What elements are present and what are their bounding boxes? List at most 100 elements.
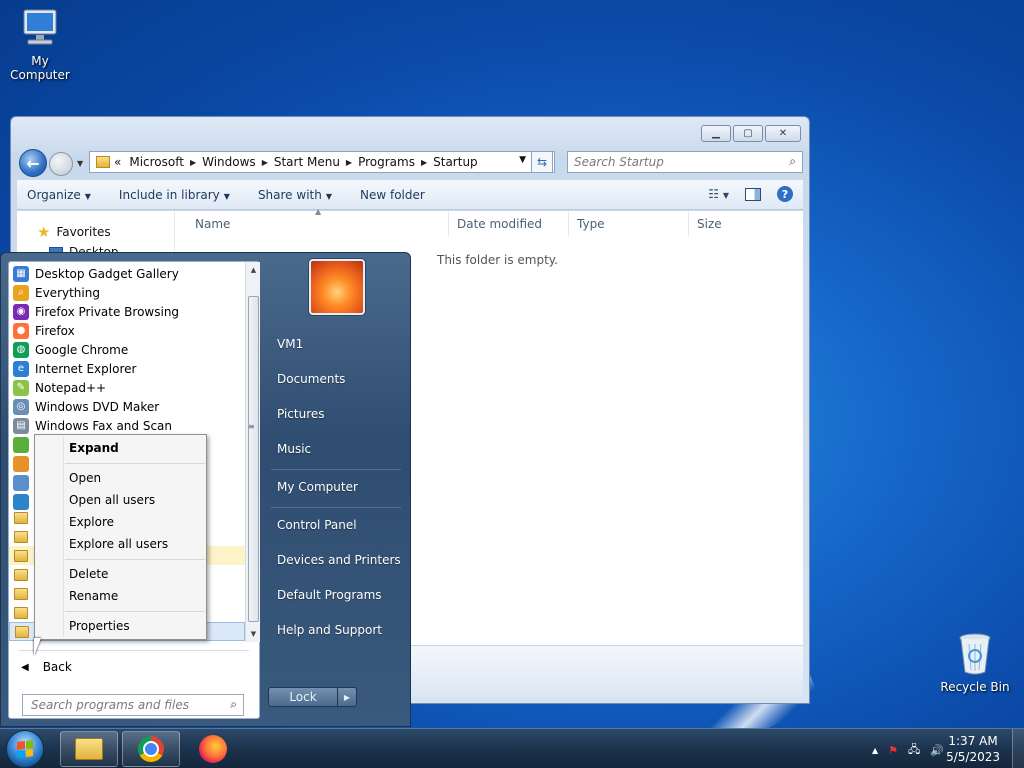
recent-pages-dropdown[interactable]: ▼ (77, 159, 83, 168)
maximize-button[interactable]: ▢ (733, 125, 763, 142)
program-label: Firefox (35, 323, 75, 338)
computer-icon (18, 8, 62, 50)
chevron-right-icon[interactable]: ▶ (419, 158, 429, 167)
program-item[interactable]: ✎ Notepad++ (9, 378, 245, 397)
menu-item-explore[interactable]: Explore (69, 515, 114, 529)
column-header-type[interactable]: Type (569, 211, 689, 237)
start-button[interactable] (6, 730, 44, 768)
start-search-input[interactable]: Search programs and files ⌕ (22, 694, 244, 716)
chevron-down-icon[interactable]: ▼ (519, 155, 526, 165)
breadcrumb-item[interactable]: Windows (198, 155, 260, 169)
chrome-icon: ◍ (13, 341, 29, 358)
program-item[interactable]: ◍ Google Chrome (9, 340, 245, 359)
volume-icon[interactable]: 🔊 (930, 744, 944, 757)
program-item[interactable]: ◎ Windows DVD Maker (9, 397, 245, 416)
menu-item-delete[interactable]: Delete (69, 567, 108, 581)
menu-item-expand[interactable]: Expand (69, 441, 119, 455)
preview-pane-button[interactable] (745, 187, 761, 201)
chevron-right-icon[interactable]: ▶ (188, 158, 198, 167)
start-item-music[interactable]: Music (277, 442, 311, 456)
scroll-up-icon[interactable]: ▲ (246, 262, 261, 278)
forward-button[interactable] (49, 152, 73, 176)
dvd-icon (13, 455, 29, 472)
firefox-icon: ● (13, 322, 29, 339)
show-hidden-icons-button[interactable]: ▲ (872, 746, 878, 755)
program-item[interactable]: ▦ Desktop Gadget Gallery (9, 264, 245, 283)
column-header-size[interactable]: Size (689, 211, 805, 237)
minimize-icon: ▁ (712, 128, 720, 139)
desktop-icon-my-computer[interactable]: My Computer (0, 8, 80, 82)
user-avatar[interactable] (309, 259, 365, 315)
include-in-library-label: Include in library (118, 187, 220, 202)
action-center-icon[interactable]: ⚑ (888, 744, 898, 757)
chevron-right-icon[interactable]: ▶ (260, 158, 270, 167)
start-item-my-computer[interactable]: My Computer (277, 480, 358, 494)
program-item[interactable]: ⌕ Everything (9, 283, 245, 302)
programs-scrollbar[interactable]: ▲ ≡ ▼ (245, 262, 260, 642)
share-with-button[interactable]: Share with ▼ (258, 188, 332, 202)
clock[interactable]: 1:37 AM 5/5/2023 (946, 733, 1000, 765)
refresh-button[interactable]: ⇆ (531, 151, 553, 173)
organize-button[interactable]: Organize ▼ (27, 188, 91, 202)
share-with-label: Share with (257, 187, 322, 202)
help-icon[interactable]: ? (777, 186, 793, 202)
start-item-pictures[interactable]: Pictures (277, 407, 325, 421)
chevron-down-icon: ▼ (325, 191, 332, 201)
breadcrumb-item[interactable]: Microsoft (125, 155, 188, 169)
new-folder-button[interactable]: New folder (360, 188, 425, 202)
menu-separator (65, 611, 205, 612)
scroll-down-icon[interactable]: ▼ (246, 626, 261, 642)
start-item-default-programs[interactable]: Default Programs (277, 588, 382, 602)
address-bar[interactable]: « Microsoft ▶ Windows ▶ Start Menu ▶ Pro… (89, 151, 555, 173)
program-label: Firefox Private Browsing (35, 304, 180, 319)
taskbar-firefox-button[interactable] (184, 731, 242, 767)
search-input[interactable]: Search Startup ⌕ (567, 151, 803, 173)
menu-item-properties[interactable]: Properties (69, 619, 130, 633)
column-header-name[interactable]: Name ▲ (177, 207, 449, 237)
menu-item-explore-all-users[interactable]: Explore all users (69, 537, 168, 551)
search-icon: ⌕ (789, 154, 796, 168)
start-item-devices-and-printers[interactable]: Devices and Printers (277, 553, 401, 567)
program-item[interactable]: e Internet Explorer (9, 359, 245, 378)
minimize-button[interactable]: ▁ (701, 125, 731, 142)
program-item[interactable]: ▤ Windows Fax and Scan (9, 416, 245, 435)
menu-item-open[interactable]: Open (69, 471, 101, 485)
breadcrumb-item[interactable]: Start Menu (270, 155, 344, 169)
start-item-user[interactable]: VM1 (277, 337, 303, 351)
include-in-library-button[interactable]: Include in library ▼ (119, 188, 230, 202)
program-item[interactable]: ◉ Firefox Private Browsing (9, 302, 245, 321)
back-button[interactable]: ◀ Back (21, 660, 72, 674)
start-item-help-and-support[interactable]: Help and Support (277, 623, 382, 637)
taskbar-chrome-button[interactable] (122, 731, 180, 767)
nav-item-favorites[interactable]: ★ Favorites (37, 223, 111, 241)
chevron-down-icon: ▼ (84, 191, 91, 201)
menu-item-open-all-users[interactable]: Open all users (69, 493, 155, 507)
dvd-icon: ◎ (13, 398, 29, 415)
shutdown-options-button[interactable]: ▶ (338, 687, 357, 707)
taskbar-explorer-button[interactable] (60, 731, 118, 767)
start-item-control-panel[interactable]: Control Panel (277, 518, 357, 532)
grip-icon: ≡ (248, 422, 255, 431)
program-item[interactable]: ● Firefox (9, 321, 245, 340)
chevron-right-icon[interactable]: ▶ (344, 158, 354, 167)
start-item-documents[interactable]: Documents (277, 372, 345, 386)
program-label: Google Chrome (35, 342, 129, 357)
menu-item-rename[interactable]: Rename (69, 589, 118, 603)
desktop-icon-recycle-bin[interactable]: Recycle Bin (935, 632, 1015, 694)
column-label: Size (697, 217, 722, 231)
lock-button[interactable]: Lock (268, 687, 338, 707)
scrollbar-thumb[interactable] (248, 296, 259, 622)
back-button[interactable]: ← (19, 149, 47, 177)
column-header-date-modified[interactable]: Date modified (449, 211, 569, 237)
column-label: Name (195, 217, 231, 231)
breadcrumb-item[interactable]: Startup (429, 155, 482, 169)
breadcrumb-overflow[interactable]: « (110, 155, 125, 169)
network-icon[interactable]: 🖧 (908, 741, 920, 760)
view-options-button[interactable]: ☷ ▼ (708, 187, 729, 201)
search-placeholder: Search programs and files (31, 698, 189, 712)
system-tray: ▲ ⚑ 🖧 🔊 (872, 741, 944, 760)
close-button[interactable]: ✕ (765, 125, 801, 142)
breadcrumb-item[interactable]: Programs (354, 155, 419, 169)
show-desktop-button[interactable] (1012, 729, 1024, 768)
folder-icon (13, 605, 29, 621)
